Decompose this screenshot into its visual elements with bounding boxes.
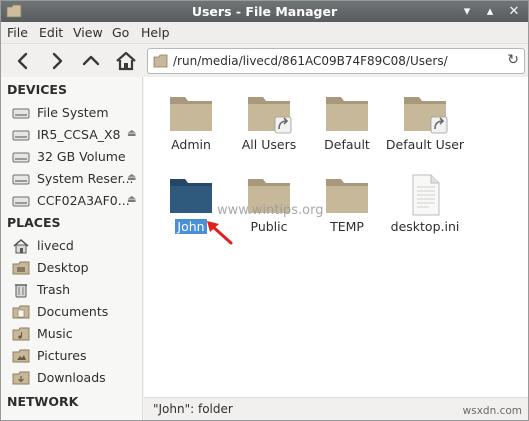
toolbar: /run/media/livecd/861AC09B74F89C08/Users… [1, 44, 528, 77]
arrow-up-icon [82, 55, 100, 66]
sidebar-item-desktop[interactable]: Desktop [11, 258, 141, 278]
file-item-desktop-ini[interactable]: desktop.ini [387, 163, 463, 243]
sidebar-item-label: Desktop [37, 260, 89, 275]
sidebar-item-label: 32 GB Volume [37, 149, 126, 164]
item-label: desktop.ini [390, 219, 460, 234]
folder-icon [153, 54, 168, 68]
folder-icon [170, 179, 212, 213]
document-icon [412, 174, 440, 216]
folder-icon [12, 261, 30, 275]
home-icon [116, 51, 136, 71]
arrow-right-icon [52, 52, 63, 70]
menu-go[interactable]: Go [112, 25, 129, 40]
sidebar-item-trash[interactable]: Trash [11, 280, 141, 300]
corner-watermark: wsxdn.com [462, 405, 522, 417]
folder-item-default-user[interactable]: Default User [386, 81, 464, 161]
sidebar-item-downloads[interactable]: Downloads [11, 368, 141, 388]
menu-file[interactable]: File [7, 25, 28, 40]
folder-icon [12, 305, 30, 319]
folder-icon [404, 97, 448, 134]
network-heading: NETWORK [7, 394, 79, 409]
sidebar-item-label: File System [37, 105, 109, 120]
sidebar-item-label: IR5_CCSA_X8 [37, 127, 121, 142]
folder-icon [12, 327, 30, 341]
places-heading: PLACES [7, 215, 61, 230]
watermark: www.wintips.org [217, 203, 324, 218]
folder-item-all-users[interactable]: All Users [231, 81, 307, 161]
folder-icon [248, 97, 292, 134]
home-button[interactable] [113, 48, 139, 74]
forward-button[interactable] [44, 48, 70, 74]
sidebar-item-ir5-ccsa-x8[interactable]: IR5_CCSA_X8 ⏏ [11, 125, 141, 145]
maximize-button[interactable]: ▴ [482, 4, 498, 19]
close-button[interactable]: ✕ [506, 4, 522, 19]
drive-icon [12, 152, 30, 163]
folder-icon [326, 179, 368, 213]
folder-icon [12, 371, 30, 385]
sidebar-item-32gb-volume[interactable]: 32 GB Volume [11, 147, 141, 167]
folder-icon [12, 349, 30, 363]
drive-icon [12, 130, 30, 141]
eject-icon[interactable]: ⏏ [127, 128, 136, 139]
devices-heading: DEVICES [7, 82, 67, 97]
sidebar-item-file-system[interactable]: File System [11, 103, 141, 123]
folder-icon [326, 97, 368, 131]
sidebar-item-system-reserved[interactable]: System Reser... ⏏ [11, 169, 141, 189]
menu-bar: File Edit View Go Help [1, 22, 528, 44]
eject-icon[interactable]: ⏏ [127, 172, 136, 183]
drive-icon [12, 174, 30, 185]
title-bar[interactable]: Users - File Manager ▾ ▴ ✕ [1, 1, 528, 22]
sidebar-item-music[interactable]: Music [11, 324, 141, 344]
item-label: Default User [385, 137, 465, 152]
sidebar-item-label: Downloads [37, 370, 106, 385]
eject-icon[interactable]: ⏏ [127, 194, 136, 205]
location-bar[interactable]: /run/media/livecd/861AC09B74F89C08/Users… [147, 48, 525, 74]
sidebar-item-pictures[interactable]: Pictures [11, 346, 141, 366]
sidebar-item-label: System Reser... [37, 171, 134, 186]
home-icon [13, 238, 29, 254]
sidebar-item-label: livecd [37, 238, 74, 253]
sidebar-item-label: Documents [37, 304, 109, 319]
reload-icon[interactable]: ↻ [507, 52, 519, 68]
folder-icon [170, 97, 212, 131]
location-path[interactable]: /run/media/livecd/861AC09B74F89C08/Users… [173, 54, 448, 68]
minimize-button[interactable]: ▾ [459, 4, 475, 19]
trash-icon [15, 284, 27, 298]
folder-item-admin[interactable]: Admin [153, 81, 229, 161]
menu-edit[interactable]: Edit [39, 25, 63, 40]
sidebar-item-label: CCF02A3AF0... [37, 193, 130, 208]
folder-item-default[interactable]: Default [309, 81, 385, 161]
sidebar-item-documents[interactable]: Documents [11, 302, 141, 322]
sidebar: DEVICES File System IR5_CCSA_X8 ⏏ 32 GB … [1, 77, 143, 420]
status-bar: "John": folder wsxdn.com [144, 397, 528, 420]
file-manager-window: Users - File Manager ▾ ▴ ✕ File Edit Vie… [0, 0, 529, 421]
back-button[interactable] [10, 48, 36, 74]
drive-icon [12, 108, 30, 119]
sidebar-item-livecd[interactable]: livecd [11, 236, 141, 256]
arrow-left-icon [17, 52, 28, 70]
file-view[interactable]: Admin All Users Default Default User Joh… [144, 77, 528, 397]
sidebar-item-label: Pictures [37, 348, 87, 363]
menu-help[interactable]: Help [141, 25, 170, 40]
menu-view[interactable]: View [73, 25, 103, 40]
window-title: Users - File Manager [191, 4, 338, 19]
sidebar-item-label: Music [37, 326, 73, 341]
sidebar-item-ccf02a3af0[interactable]: CCF02A3AF0... ⏏ [11, 191, 141, 211]
drive-icon [12, 196, 30, 207]
arrow-icon [207, 221, 233, 245]
up-button[interactable] [78, 48, 104, 74]
status-text: "John": folder [153, 402, 233, 416]
sidebar-item-label: Trash [37, 282, 71, 297]
